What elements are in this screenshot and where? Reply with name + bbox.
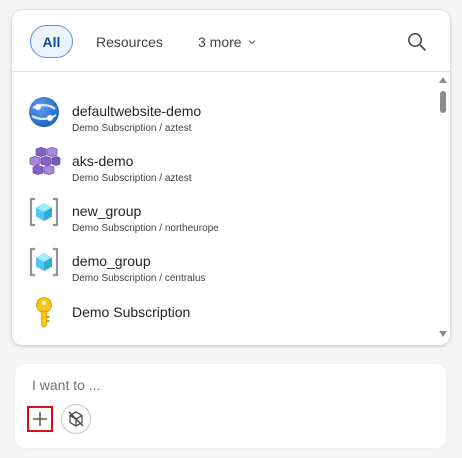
list-item[interactable]: aks-demo Demo Subscription / aztest: [12, 136, 436, 186]
tab-all[interactable]: All: [30, 25, 73, 58]
scroll-up-arrow-icon[interactable]: [439, 77, 447, 83]
scroll-down-arrow-icon[interactable]: [439, 331, 447, 337]
tools-button[interactable]: [61, 404, 91, 434]
item-name: new_group: [72, 203, 142, 219]
filter-tabs: All Resources 3 more: [12, 10, 450, 72]
prompt-input[interactable]: I want to ...: [32, 377, 100, 393]
item-name: aks-demo: [72, 153, 134, 169]
kubernetes-service-icon: [29, 147, 61, 175]
plus-icon: [33, 412, 47, 426]
tab-resources-label: Resources: [96, 33, 163, 50]
list-item[interactable]: Demo Subscription: [12, 286, 436, 336]
list-item[interactable]: new_group Demo Subscription / northeurop…: [12, 186, 436, 236]
item-name: Demo Subscription: [72, 304, 191, 320]
resource-list: defaultwebsite-demo Demo Subscription / …: [12, 73, 436, 345]
item-subscription: Demo Subscription / northeurope: [72, 223, 219, 234]
subscription-key-icon: [36, 297, 52, 329]
resource-group-icon: [29, 197, 59, 227]
resource-group-icon: [29, 247, 59, 277]
scroll-thumb[interactable]: [440, 91, 446, 113]
chevron-down-icon: [248, 39, 255, 44]
item-name: defaultwebsite-demo: [72, 103, 202, 119]
list-item[interactable]: defaultwebsite-demo Demo Subscription / …: [12, 86, 436, 136]
add-button[interactable]: [27, 406, 53, 432]
app-service-icon: [29, 97, 59, 127]
list-item[interactable]: demo_group Demo Subscription / centralus: [12, 236, 436, 286]
tools-disabled-icon: [68, 411, 84, 427]
prompt-composer: I want to ...: [15, 364, 446, 448]
item-name: demo_group: [72, 253, 151, 269]
tab-more-label: 3 more: [198, 33, 242, 50]
tab-more-dropdown[interactable]: 3 more: [198, 25, 257, 58]
item-subscription: Demo Subscription / aztest: [72, 173, 192, 184]
resource-picker-panel: All Resources 3 more defaultwebsite-demo…: [12, 10, 450, 345]
search-icon[interactable]: [406, 31, 428, 53]
tab-resources[interactable]: Resources: [96, 25, 163, 58]
list-item[interactable]: [12, 336, 436, 345]
item-subscription: Demo Subscription / centralus: [72, 273, 206, 284]
item-subscription: Demo Subscription / aztest: [72, 123, 192, 134]
list-scrollbar[interactable]: [436, 73, 450, 345]
